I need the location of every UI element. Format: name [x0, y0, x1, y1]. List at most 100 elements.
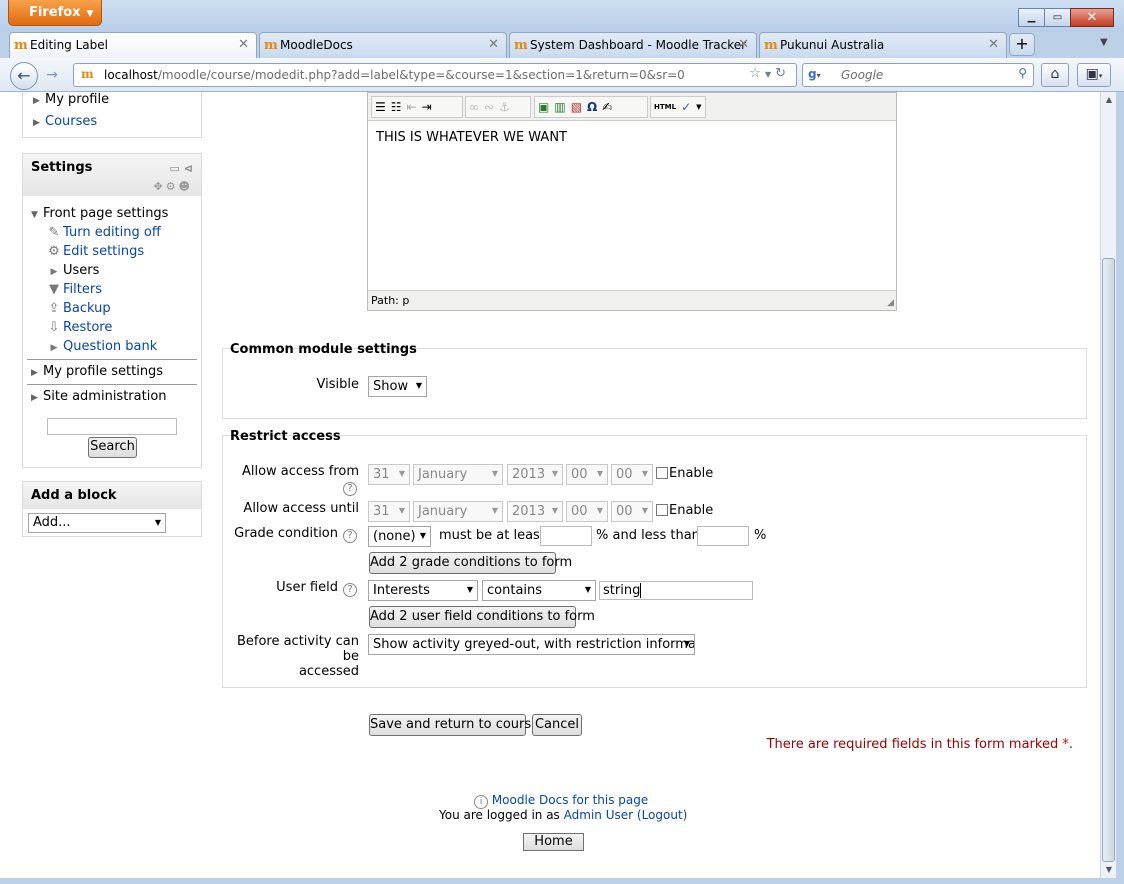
- settings-item-question-bank[interactable]: ▶ Question bank: [45, 339, 158, 354]
- visible-select[interactable]: Show ▼: [368, 376, 427, 397]
- search-bar[interactable]: g▾ Google ⚲: [802, 63, 1034, 87]
- close-tab-icon[interactable]: ✕: [988, 37, 999, 52]
- new-tab-button[interactable]: +: [1009, 33, 1035, 56]
- before-activity-select[interactable]: Show activity greyed-out, with restricti…: [368, 634, 695, 655]
- list-all-tabs-icon[interactable]: ▼: [1100, 37, 1108, 48]
- bookmark-star-icon[interactable]: ☆: [749, 66, 765, 81]
- settings-item-label[interactable]: Turn editing off: [63, 225, 161, 240]
- site-administration-node[interactable]: ▶ Site administration: [31, 389, 167, 404]
- url-bar[interactable]: m localhost/moodle/course/modedit.php?add…: [73, 63, 797, 87]
- user-field-select[interactable]: Interests ▼: [368, 580, 478, 601]
- assign-roles-icon[interactable]: ☻: [179, 180, 193, 193]
- allow-from-day-select[interactable]: 31 ▼: [368, 464, 410, 485]
- history-dropdown-icon[interactable]: ▼: [765, 70, 775, 79]
- user-field-help-icon[interactable]: ?: [343, 581, 357, 597]
- moodle-docs-link[interactable]: Moodle Docs for this page: [492, 793, 648, 807]
- chevron-down-icon[interactable]: ▼: [696, 103, 701, 111]
- outdent-icon[interactable]: ⇤: [407, 100, 417, 114]
- allow-until-minute-select[interactable]: 00 ▼: [611, 501, 653, 522]
- numbered-list-icon[interactable]: ☷: [391, 100, 402, 114]
- scroll-down-arrow-icon[interactable]: ▼: [1101, 862, 1117, 878]
- settings-item-label[interactable]: Restore: [63, 320, 112, 335]
- grade-min-input[interactable]: [540, 526, 592, 546]
- hide-block-icon[interactable]: ▭: [170, 162, 180, 175]
- settings-item-label[interactable]: Backup: [63, 301, 111, 316]
- maximize-button[interactable]: ▭: [1044, 8, 1071, 27]
- save-and-return-button[interactable]: Save and return to course: [369, 714, 539, 736]
- dock-block-icon[interactable]: ⊲: [184, 162, 193, 175]
- tab-editing-label[interactable]: m Editing Label ✕: [9, 32, 257, 59]
- special-char-omega-icon[interactable]: Ω: [587, 100, 597, 114]
- back-button[interactable]: ←: [10, 62, 38, 90]
- edit-icon[interactable]: ✍: [602, 100, 612, 114]
- allow-until-hour-select[interactable]: 00 ▼: [566, 501, 608, 522]
- settings-item-label[interactable]: Question bank: [63, 339, 157, 354]
- front-page-settings-node[interactable]: ▼ Front page settings: [31, 206, 168, 221]
- close-tab-icon[interactable]: ✕: [238, 37, 249, 52]
- search-magnifier-icon[interactable]: ⚲: [1018, 66, 1027, 80]
- grade-max-input[interactable]: [697, 526, 749, 546]
- indent-icon[interactable]: ⇥: [422, 100, 432, 114]
- settings-item-edit-settings[interactable]: ⚙ Edit settings: [45, 244, 144, 259]
- allow-from-minute-select[interactable]: 00 ▼: [611, 464, 653, 485]
- media-icon[interactable]: ▥: [554, 100, 565, 114]
- scrollbar-thumb[interactable]: [1102, 258, 1115, 862]
- close-tab-icon[interactable]: ✕: [738, 37, 749, 52]
- settings-item-users[interactable]: ▶ Users: [45, 263, 100, 278]
- gear-icon[interactable]: ⚙: [166, 180, 179, 193]
- tab-moodledocs[interactable]: m MoodleDocs ✕: [259, 32, 507, 58]
- allow-until-month-select[interactable]: January ▼: [413, 501, 503, 522]
- equation-icon[interactable]: ▧: [571, 100, 582, 114]
- allow-until-enable-checkbox[interactable]: [656, 504, 668, 516]
- settings-item-restore[interactable]: ⇩ Restore: [45, 320, 113, 335]
- google-search-engine-icon[interactable]: g▾: [808, 67, 821, 81]
- home-button[interactable]: ⌂: [1041, 63, 1069, 87]
- close-window-button[interactable]: ✕: [1070, 8, 1114, 27]
- html-source-icon[interactable]: HTML: [654, 103, 676, 111]
- nav-item-my-profile[interactable]: ▶ My profile: [33, 92, 109, 107]
- my-profile-settings-node[interactable]: ▶ My profile settings: [31, 364, 163, 379]
- add-block-select[interactable]: Add... ▼: [28, 513, 166, 533]
- bookmarks-menu-button[interactable]: ▣▾: [1077, 63, 1111, 87]
- image-icon[interactable]: ▣: [538, 100, 549, 114]
- unlink-icon[interactable]: ∾: [484, 100, 494, 114]
- move-icon[interactable]: ✥: [153, 180, 165, 193]
- link-icon[interactable]: ∞: [469, 100, 479, 114]
- settings-search-input[interactable]: [47, 418, 177, 435]
- vertical-scrollbar[interactable]: ▲ ▼: [1100, 92, 1116, 878]
- add-grade-conditions-button[interactable]: Add 2 grade conditions to form: [369, 552, 572, 574]
- allow-from-year-select[interactable]: 2013 ▼: [507, 464, 563, 485]
- nav-item-label[interactable]: Courses: [45, 114, 97, 129]
- grade-condition-help-icon[interactable]: ?: [343, 527, 357, 543]
- tab-pukunui[interactable]: m Pukunui Australia ✕: [759, 32, 1007, 58]
- tab-moodle-tracker[interactable]: m System Dashboard - Moodle Tracker ✕: [509, 32, 757, 58]
- add-user-field-conditions-button[interactable]: Add 2 user field conditions to form: [369, 606, 595, 628]
- minimize-button[interactable]: ▁: [1018, 8, 1045, 27]
- allow-from-month-select[interactable]: January ▼: [413, 464, 503, 485]
- allow-from-enable-checkbox[interactable]: [656, 467, 668, 479]
- allow-until-day-select[interactable]: 31 ▼: [368, 501, 410, 522]
- forward-button[interactable]: →: [39, 66, 65, 86]
- user-field-operator-select[interactable]: contains ▼: [482, 580, 596, 601]
- allow-until-year-select[interactable]: 2013 ▼: [507, 501, 563, 522]
- settings-item-label[interactable]: Edit settings: [63, 244, 144, 259]
- user-profile-link[interactable]: Admin User: [564, 808, 633, 822]
- close-tab-icon[interactable]: ✕: [488, 37, 499, 52]
- allow-from-help-icon[interactable]: ?: [343, 480, 357, 496]
- settings-search-button[interactable]: Search: [88, 437, 137, 458]
- settings-item-label[interactable]: Filters: [63, 282, 102, 297]
- home-page-button[interactable]: Home: [523, 833, 584, 851]
- settings-item-filters[interactable]: ▼ Filters: [45, 282, 102, 297]
- cancel-button[interactable]: Cancel: [532, 714, 582, 736]
- scroll-up-arrow-icon[interactable]: ▲: [1101, 92, 1117, 108]
- user-field-value-input[interactable]: string: [599, 581, 753, 600]
- allow-from-hour-select[interactable]: 00 ▼: [566, 464, 608, 485]
- logout-link[interactable]: (Logout): [637, 808, 687, 822]
- bullet-list-icon[interactable]: ☰: [375, 100, 386, 114]
- grade-item-select[interactable]: (none) ▼: [368, 526, 431, 547]
- resize-grip-icon[interactable]: ◢: [887, 298, 894, 308]
- reload-icon[interactable]: ↻: [775, 66, 790, 81]
- settings-item-turn-editing-off[interactable]: ✎ Turn editing off: [45, 225, 161, 240]
- nav-item-courses[interactable]: ▶ Courses: [33, 114, 97, 129]
- anchor-icon[interactable]: ⚓: [499, 100, 510, 114]
